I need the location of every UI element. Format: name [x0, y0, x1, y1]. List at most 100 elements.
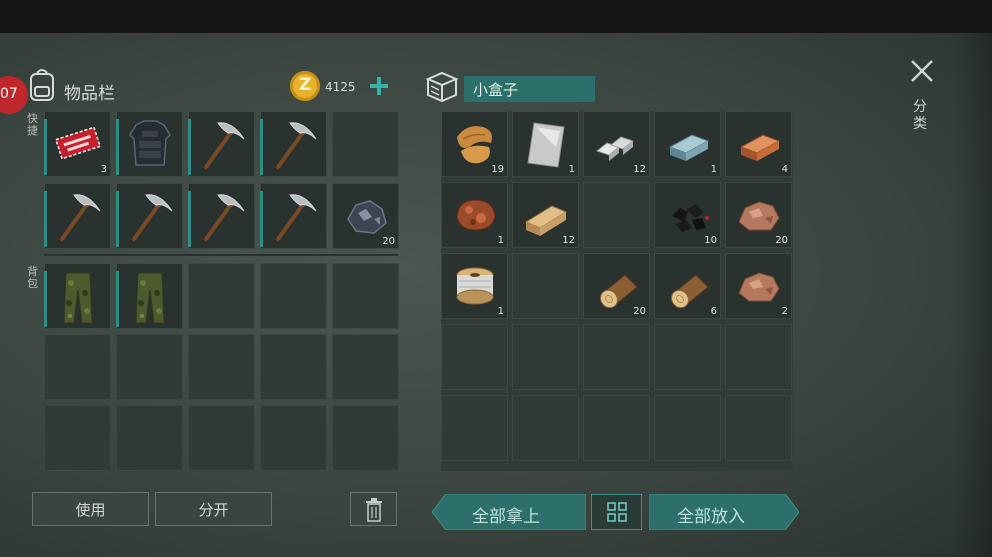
- take-all-button[interactable]: 全部拿上: [432, 494, 586, 530]
- backpack-slot[interactable]: [188, 334, 255, 400]
- container-slot[interactable]: [512, 395, 579, 461]
- close-button[interactable]: [908, 57, 936, 85]
- backpack-grid: [44, 263, 399, 473]
- backpack-slot[interactable]: [116, 263, 183, 329]
- container-slot[interactable]: [441, 395, 508, 461]
- hotbar-slot[interactable]: [116, 111, 183, 177]
- slot-accent: [44, 271, 47, 327]
- split-button[interactable]: 分开: [155, 492, 272, 526]
- armor-vest-icon: [129, 120, 171, 166]
- inventory-panel: 07 物品栏 Z 4125 快捷 背包 3 20 使用 分开 小盒子 分类 19…: [0, 33, 992, 557]
- trash-icon: [366, 498, 382, 522]
- wire-spool-icon: [456, 267, 494, 305]
- grid-icon: [607, 502, 627, 522]
- container-slot[interactable]: 19: [441, 111, 508, 177]
- quick-stack-button[interactable]: [591, 494, 642, 530]
- pickaxe-icon: [132, 194, 173, 241]
- slot-count: 12: [562, 235, 575, 246]
- slot-count: 19: [491, 164, 504, 175]
- slot-count: 1: [710, 164, 717, 175]
- backpack-slot[interactable]: [44, 405, 111, 471]
- container-slot[interactable]: 20: [583, 253, 650, 319]
- slot-accent: [116, 271, 119, 327]
- take-all-label: 全部拿上: [472, 507, 540, 527]
- raw-meat-icon: [456, 199, 496, 231]
- hotbar-slot[interactable]: [260, 183, 327, 249]
- container-slot[interactable]: 1: [654, 111, 721, 177]
- slot-accent: [44, 191, 47, 247]
- container-slot[interactable]: [512, 324, 579, 390]
- notification-badge[interactable]: 07: [0, 76, 28, 114]
- container-slot[interactable]: [583, 395, 650, 461]
- slot-accent: [260, 119, 263, 175]
- container-slot[interactable]: [654, 324, 721, 390]
- backpack-slot[interactable]: [44, 263, 111, 329]
- pickaxe-icon: [60, 194, 101, 241]
- hotbar-label: 快捷: [27, 112, 38, 137]
- put-all-label: 全部放入: [677, 507, 745, 527]
- hotbar-slot[interactable]: [116, 183, 183, 249]
- backpack-slot[interactable]: [332, 405, 399, 471]
- coupon-icon: [54, 126, 102, 160]
- container-slot[interactable]: 12: [512, 182, 579, 248]
- container-name-field[interactable]: 小盒子: [464, 76, 595, 102]
- container-slot[interactable]: 12: [583, 111, 650, 177]
- slot-count: 1: [497, 235, 504, 246]
- container-slot[interactable]: [654, 395, 721, 461]
- hotbar-slot[interactable]: 20: [332, 183, 399, 249]
- slot-accent: [188, 191, 191, 247]
- container-slot[interactable]: 1: [441, 253, 508, 319]
- container-slot[interactable]: 20: [725, 182, 792, 248]
- sort-button[interactable]: 分类: [913, 99, 929, 133]
- hotbar-slot[interactable]: [332, 111, 399, 177]
- backpack-slot[interactable]: [188, 405, 255, 471]
- container-slot[interactable]: [583, 324, 650, 390]
- hotbar-slot[interactable]: 3: [44, 111, 111, 177]
- trash-button[interactable]: [350, 492, 397, 526]
- backpack-slot[interactable]: [116, 334, 183, 400]
- hotbar-slot[interactable]: [44, 183, 111, 249]
- box-icon: [424, 71, 460, 103]
- hotbar-slot[interactable]: [188, 111, 255, 177]
- add-coins-button[interactable]: [369, 76, 389, 96]
- backpack-slot[interactable]: [116, 405, 183, 471]
- container-name-text: 小盒子: [473, 81, 519, 99]
- container-slot[interactable]: 2: [725, 253, 792, 319]
- backpack-slot[interactable]: [260, 405, 327, 471]
- container-slot[interactable]: 6: [654, 253, 721, 319]
- container-slot[interactable]: [725, 395, 792, 461]
- backpack-slot[interactable]: [260, 334, 327, 400]
- container-slot[interactable]: [512, 253, 579, 319]
- slot-count: 3: [100, 164, 107, 175]
- container-slot[interactable]: 1: [512, 111, 579, 177]
- backpack-slot[interactable]: [260, 263, 327, 329]
- slot-accent: [188, 119, 191, 175]
- pickaxe-icon: [204, 122, 245, 169]
- pickaxe-icon: [276, 122, 317, 169]
- slot-count: 1: [497, 306, 504, 317]
- container-slot[interactable]: 4: [725, 111, 792, 177]
- backpack-slot[interactable]: [332, 263, 399, 329]
- camo-pants-icon: [135, 272, 165, 324]
- copper-ore-icon: [738, 272, 780, 302]
- backpack-slot[interactable]: [332, 334, 399, 400]
- container-slot[interactable]: 1: [441, 182, 508, 248]
- hotbar-slot[interactable]: [188, 183, 255, 249]
- container-slot[interactable]: [725, 324, 792, 390]
- slot-accent: [116, 119, 119, 175]
- hotbar-slot[interactable]: [260, 111, 327, 177]
- copper-ingot-icon: [739, 134, 781, 161]
- container-slot[interactable]: 10: [654, 182, 721, 248]
- camo-pants-icon: [63, 272, 93, 324]
- slot-count: 1: [568, 164, 575, 175]
- use-button[interactable]: 使用: [32, 492, 149, 526]
- backpack-slot[interactable]: [44, 334, 111, 400]
- slot-count: 2: [781, 306, 788, 317]
- container-slot[interactable]: [583, 182, 650, 248]
- coin-amount: 4125: [325, 80, 356, 94]
- put-all-button[interactable]: 全部放入: [649, 494, 799, 530]
- slot-count: 6: [710, 306, 717, 317]
- container-slot[interactable]: [441, 324, 508, 390]
- backpack-slot[interactable]: [188, 263, 255, 329]
- slot-count: 20: [633, 306, 646, 317]
